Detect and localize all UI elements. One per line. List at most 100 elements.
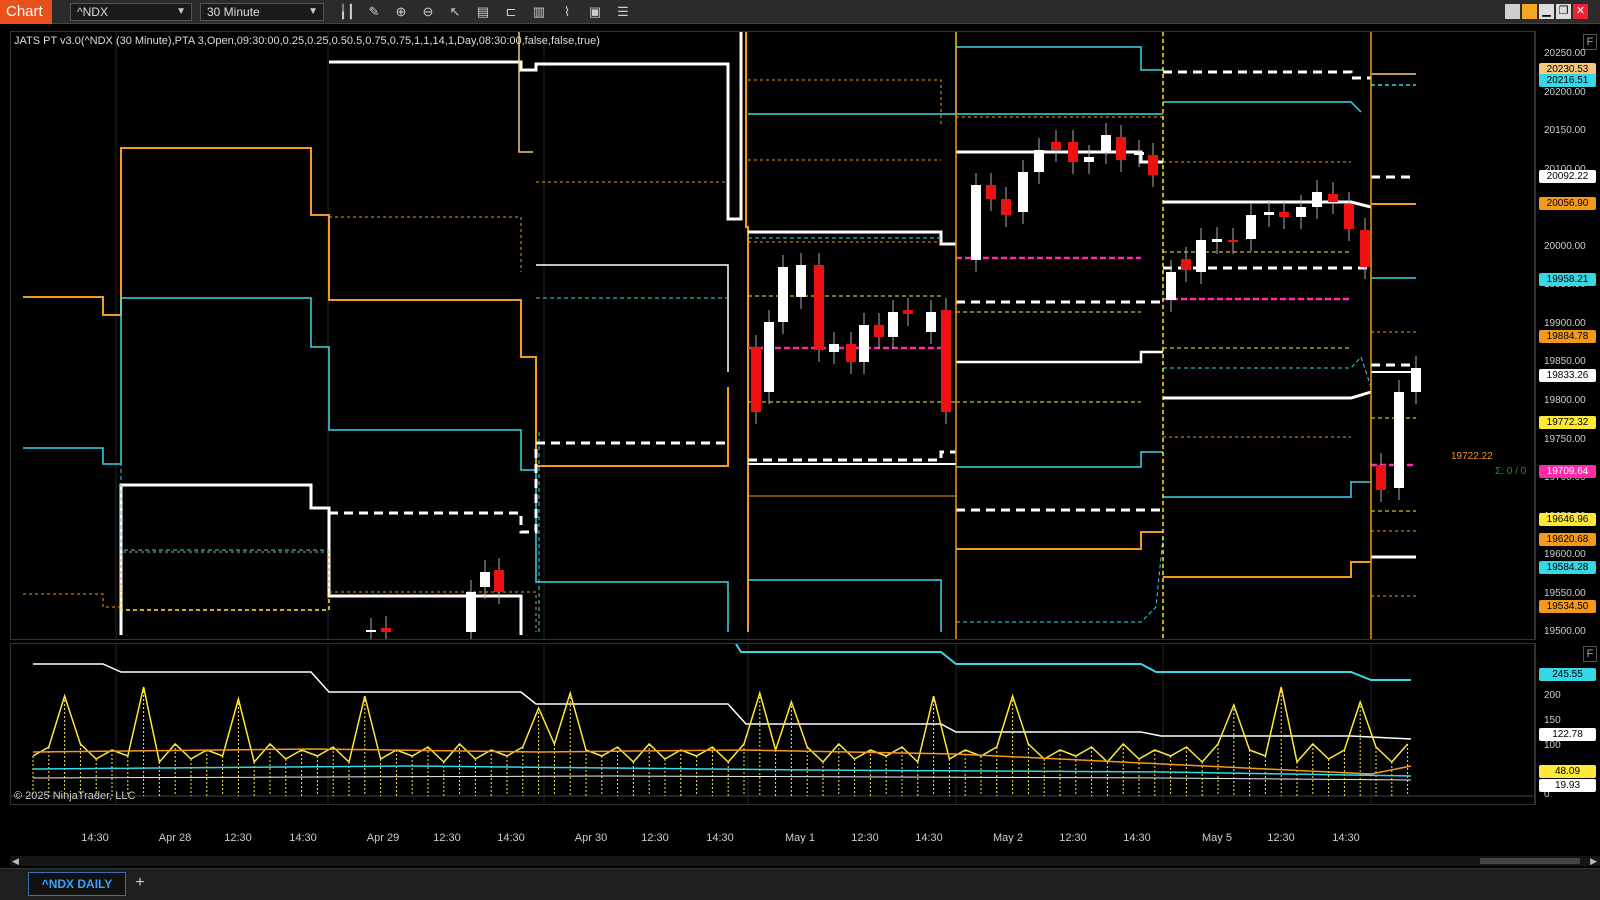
- indicator-label: JATS PT v3.0(^NDX (30 Minute),PTA 3,Open…: [14, 35, 600, 47]
- time-tick-label: Apr 29: [366, 832, 400, 844]
- candle-body: [1084, 157, 1094, 162]
- link-color-icon[interactable]: [1522, 4, 1537, 19]
- instrument-selector[interactable]: ^NDX ▼: [70, 3, 192, 21]
- interval-value: 30 Minute: [207, 5, 260, 19]
- price-tag: 20092.22: [1539, 169, 1596, 183]
- time-tick-label: 14:30: [915, 832, 943, 844]
- strategy-icon[interactable]: ⌇: [556, 3, 578, 21]
- indicator-axis[interactable]: F 200 150 100 0 245.55 122.78 48.09 19.93: [1535, 643, 1600, 805]
- candle-body: [1312, 192, 1322, 207]
- zoom-out-icon[interactable]: ⊖: [417, 3, 439, 21]
- indicator-panel[interactable]: © 2025 NinjaTrader, LLC: [10, 643, 1535, 805]
- time-tick-label: Apr 28: [158, 832, 192, 844]
- white-dashed-level: [748, 450, 956, 462]
- time-tick-label: 14:30: [497, 832, 525, 844]
- zoom-in-icon[interactable]: ⊕: [390, 3, 412, 21]
- pencil-icon[interactable]: ✎: [363, 3, 385, 21]
- time-tick-label: 12:30: [433, 832, 461, 844]
- candle-body: [1411, 368, 1421, 392]
- orange-dashed-level: [748, 79, 942, 127]
- template-icon[interactable]: ⊏: [500, 3, 522, 21]
- time-tick-label: May 5: [1202, 832, 1232, 844]
- candle-body: [1101, 135, 1111, 152]
- white-level-line: [119, 483, 523, 635]
- time-tick-label: 14:30: [706, 832, 734, 844]
- price-axis[interactable]: F 20250.0020200.0020150.0020100.0020050.…: [1535, 31, 1600, 640]
- indicator-tick-label: 150: [1544, 715, 1561, 726]
- candle-body: [1148, 155, 1158, 175]
- cyan-level-line: [1163, 101, 1362, 113]
- candle-body: [466, 592, 476, 632]
- white-top-line: [329, 32, 743, 221]
- sigma-label: Σ: 0 / 0: [1495, 466, 1527, 477]
- candle-body: [764, 322, 774, 392]
- price-panel[interactable]: JATS PT v3.0(^NDX (30 Minute),PTA 3,Open…: [10, 31, 1535, 640]
- time-tick-label: 14:30: [1123, 832, 1151, 844]
- properties-icon[interactable]: ▤: [472, 3, 494, 21]
- cyan-level-line: [956, 46, 1163, 71]
- time-tick-label: 12:30: [851, 832, 879, 844]
- bottom-tab-bar: ^NDX DAILY +: [0, 868, 1600, 900]
- indicator-value-tag: 122.78: [1539, 728, 1596, 742]
- orange-dashed-level: [329, 216, 522, 272]
- window-color-icon[interactable]: [1505, 4, 1520, 19]
- bar-type-icon[interactable]: ╽┃: [336, 3, 358, 21]
- candle-body: [1394, 392, 1404, 488]
- chart-trader-icon[interactable]: ☰: [612, 3, 634, 21]
- candle-body: [1051, 142, 1061, 150]
- chevron-down-icon: ▼: [176, 6, 186, 17]
- horizontal-scrollbar[interactable]: ◀ ▶: [10, 856, 1600, 866]
- indicator-tick-label: 200: [1544, 690, 1561, 702]
- price-tag: 19958.21: [1539, 273, 1596, 287]
- pointer-icon[interactable]: ↖: [444, 3, 466, 21]
- price-tag: 19884.78: [1539, 329, 1596, 343]
- candle-body: [778, 267, 788, 322]
- float-price-label: 19722.22: [1451, 451, 1493, 462]
- price-tick-label: 19600.00: [1544, 549, 1586, 561]
- scroll-left-icon[interactable]: ◀: [12, 856, 19, 867]
- price-tag: 19709.64: [1539, 464, 1596, 478]
- price-tag: 20216.51: [1539, 73, 1596, 87]
- copyright: © 2025 NinjaTrader, LLC: [14, 790, 136, 802]
- candle-body: [971, 185, 981, 260]
- cyan-level-line: [748, 579, 942, 632]
- candle-body: [1228, 240, 1238, 242]
- orange-indicator-line: [32, 748, 1412, 775]
- price-tick-label: 19500.00: [1544, 626, 1586, 638]
- close-icon[interactable]: ✕: [1573, 4, 1588, 19]
- scroll-right-icon[interactable]: ▶: [1590, 856, 1597, 867]
- minimize-icon[interactable]: ▁: [1539, 4, 1554, 19]
- candle-body: [1264, 212, 1274, 215]
- add-tab-button[interactable]: +: [130, 872, 150, 896]
- time-tick-label: 14:30: [81, 832, 109, 844]
- white-dashed-level: [329, 441, 728, 534]
- indicator-value-tag: 19.93: [1539, 779, 1596, 793]
- candle-body: [986, 185, 996, 199]
- candle-body: [1344, 204, 1354, 229]
- interval-selector[interactable]: 30 Minute ▼: [200, 3, 324, 21]
- restore-icon[interactable]: ❐: [1556, 4, 1571, 19]
- cyan-avg-line: [32, 765, 1412, 777]
- indicators-icon[interactable]: ▥: [528, 3, 550, 21]
- candle-body: [941, 310, 951, 412]
- scroll-thumb[interactable]: [1480, 858, 1580, 864]
- indicator-tick-label: 100: [1544, 739, 1561, 751]
- instrument-value: ^NDX: [77, 5, 108, 19]
- chart-window-title[interactable]: Chart: [0, 0, 52, 24]
- chart-toolbar: Chart ^NDX ▼ 30 Minute ▼ ╽┃ ✎ ⊕ ⊖ ↖ ▤ ⊏ …: [0, 0, 1600, 24]
- candle-body: [846, 344, 856, 362]
- cyan-level-line: [1163, 481, 1371, 498]
- data-box-icon[interactable]: ▣: [584, 3, 606, 21]
- candle-body: [1068, 142, 1078, 162]
- time-tick-label: May 1: [785, 832, 815, 844]
- time-axis[interactable]: 14:30 Apr 28 12:30 14:30 Apr 29 12:30 14:30 Apr…: [10, 826, 1535, 856]
- panel-f-button[interactable]: F: [1583, 646, 1597, 662]
- candle-body: [926, 312, 936, 332]
- indicator-value-tag: 48.09: [1539, 765, 1596, 779]
- orange-level-line: [1163, 561, 1371, 578]
- cyan-dashed-level: [120, 427, 329, 551]
- tab-ndx-daily[interactable]: ^NDX DAILY: [28, 872, 126, 896]
- price-tick-label: 19850.00: [1544, 356, 1586, 368]
- white-dashed-level: [1163, 70, 1371, 80]
- price-tag: 19584.28: [1539, 561, 1596, 575]
